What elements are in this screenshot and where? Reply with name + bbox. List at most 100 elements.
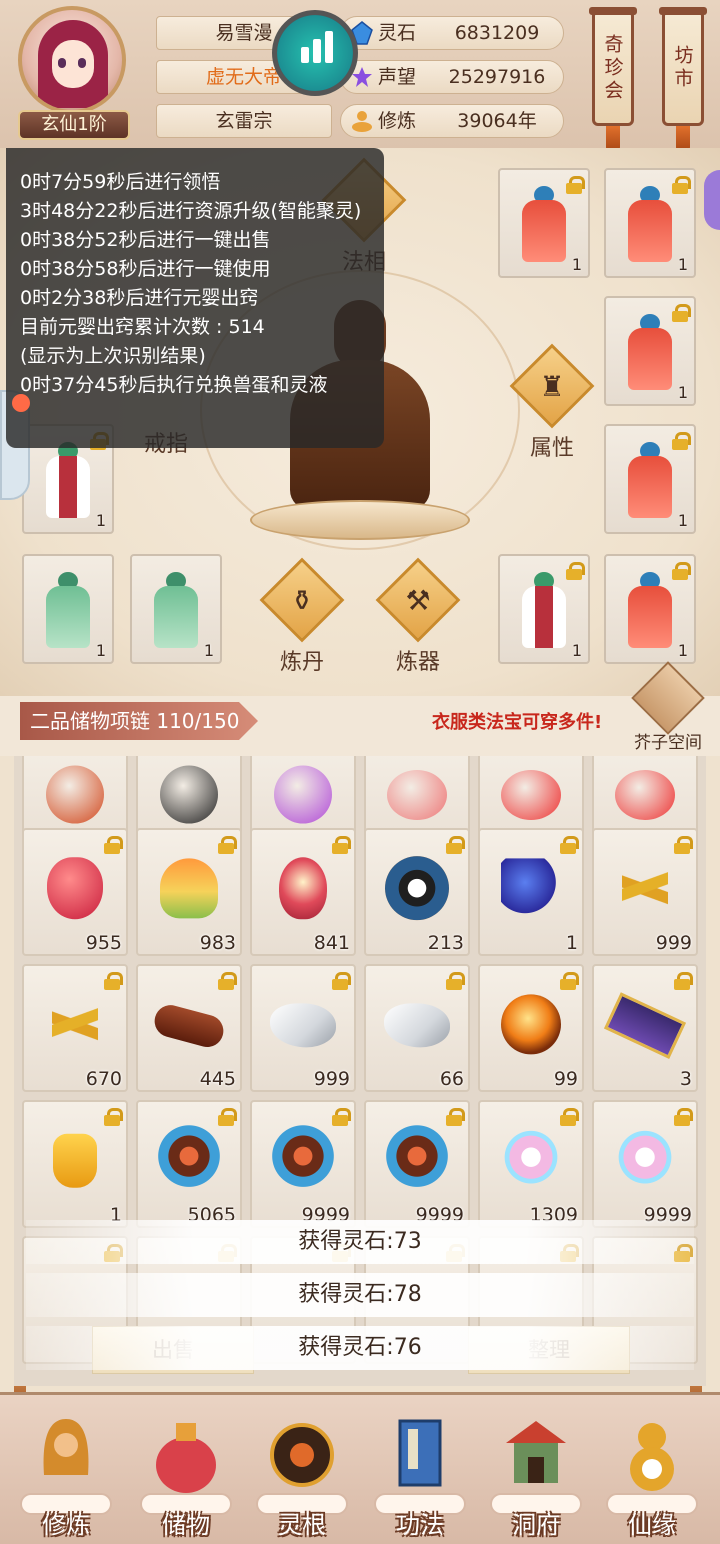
item-count: 841	[313, 932, 350, 954]
forge-button[interactable]: ⚒ 炼器	[375, 557, 461, 675]
item-count: 1	[677, 383, 688, 402]
signal-bar	[301, 47, 309, 63]
nav-fate[interactable]: 仙缘	[600, 1407, 704, 1543]
bag-item-cell[interactable]: 66	[364, 964, 470, 1092]
stat-label: 声望	[378, 66, 417, 88]
equip-slot[interactable]: 1	[498, 554, 590, 664]
bag-item-cell[interactable]: 9999	[250, 1100, 356, 1228]
lotus-item-icon	[160, 858, 218, 919]
reward-toast: 获得灵石:78	[26, 1273, 694, 1317]
bag-item-cell[interactable]: 9999	[592, 1100, 698, 1228]
attribute-button[interactable]: ♜ 属性	[509, 343, 595, 461]
item-count: 445	[199, 1068, 236, 1090]
robe-icon	[40, 572, 96, 652]
crystal-item-icon	[270, 1003, 336, 1048]
wood-item-icon	[151, 1001, 227, 1051]
signal-float-button[interactable]	[272, 10, 358, 96]
nav-spirit-root[interactable]: 灵根	[250, 1407, 354, 1543]
bag-item-cell[interactable]: 99	[478, 964, 584, 1092]
nav-label: 仙缘	[628, 1511, 676, 1539]
triskelion-icon	[270, 1423, 334, 1487]
top-header: 玄仙1阶 易雪漫 虚无大帝 玄雷宗 灵石 6831209 声望 25297916…	[0, 0, 720, 154]
bottom-nav: 修炼 储物 灵根 功法 洞府 仙缘	[0, 1392, 720, 1544]
overlay-drag-dot[interactable]	[12, 394, 30, 412]
bag-item-cell[interactable]: 213	[364, 828, 470, 956]
equip-slot[interactable]: 1	[604, 554, 696, 664]
log-line: 0时38分58秒后进行一键使用	[20, 258, 271, 280]
item-count: 1	[203, 641, 214, 660]
robe-icon	[622, 186, 678, 266]
nav-label: 修炼	[42, 1511, 90, 1539]
lock-icon	[446, 836, 465, 854]
lock-icon	[560, 972, 579, 990]
stat-value: 25297916	[448, 66, 546, 88]
robe-icon	[622, 572, 678, 652]
bag-item-cell[interactable]: 670	[22, 964, 128, 1092]
equip-slot[interactable]: 1	[604, 296, 696, 406]
berry-item-icon	[47, 857, 103, 920]
bud-item-icon	[279, 857, 327, 920]
stat-value: 6831209	[454, 22, 540, 44]
bag-item-cell[interactable]: 955	[22, 828, 128, 956]
reward-toast: 获得灵石:73	[26, 1220, 694, 1264]
bag-item-cell[interactable]: 1309	[478, 1100, 584, 1228]
equip-slot[interactable]: 1	[498, 168, 590, 278]
bag-item-cell[interactable]: 3	[592, 964, 698, 1092]
player-avatar[interactable]	[18, 6, 126, 114]
nav-cultivate[interactable]: 修炼	[14, 1407, 118, 1543]
side-right-tab[interactable]	[704, 170, 720, 230]
bag-item-cell[interactable]: 999	[592, 828, 698, 956]
pouch-item-icon	[53, 1133, 97, 1188]
bag-header: 二品储物项链 110/150 衣服类法宝可穿多件!	[0, 696, 720, 756]
bag-item-cell[interactable]: 445	[136, 964, 242, 1092]
hat-icon: ♜	[539, 370, 565, 403]
robe-icon	[622, 314, 678, 394]
lily-item-icon	[612, 1129, 678, 1192]
forge-label: 炼器	[395, 650, 440, 675]
equip-slot[interactable]: 1	[22, 554, 114, 664]
flower-blue-item-icon	[501, 858, 561, 919]
item-count: 999	[313, 1068, 350, 1090]
crystal-item-icon	[384, 1003, 450, 1048]
bag-item-cell[interactable]: 1	[478, 828, 584, 956]
bag-item-cell[interactable]: 983	[136, 828, 242, 956]
lock-icon	[104, 972, 123, 990]
nav-technique[interactable]: 功法	[368, 1407, 472, 1543]
pavilion-icon	[506, 1421, 566, 1483]
log-line: 0时38分52秒后进行一键出售	[20, 229, 271, 251]
equip-slot[interactable]: 1	[604, 424, 696, 534]
hammer-icon: ⚒	[405, 584, 431, 617]
lock-icon	[332, 836, 351, 854]
alchemy-button[interactable]: ⚱ 炼丹	[259, 557, 345, 675]
lily-item-icon	[498, 1129, 564, 1192]
lock-icon	[332, 972, 351, 990]
equip-slot[interactable]: 1	[130, 554, 222, 664]
bag-capacity: 二品储物项链 110/150	[20, 702, 258, 740]
item-count: 983	[199, 932, 236, 954]
nav-storage[interactable]: 储物	[134, 1407, 238, 1543]
item-count: 99	[553, 1068, 578, 1090]
lock-icon	[218, 1108, 237, 1126]
bag-item-cell[interactable]: 841	[250, 828, 356, 956]
bag-item-cell[interactable]: 1	[22, 1100, 128, 1228]
scroll-item-icon	[603, 992, 687, 1059]
mustard-label: 芥子空间	[634, 733, 702, 753]
monk-icon	[43, 1419, 89, 1475]
attribute-label: 属性	[529, 436, 574, 461]
equip-slot[interactable]: 1	[604, 168, 696, 278]
lock-icon	[560, 1108, 579, 1126]
lantern-treasure-fair[interactable]: 奇珍会	[589, 7, 637, 126]
avatar-eye	[78, 58, 86, 68]
lantern-market[interactable]: 坊市	[659, 7, 707, 126]
nav-cave[interactable]: 洞府	[484, 1407, 588, 1543]
rank-badge: 玄仙1阶	[18, 110, 130, 140]
mustard-space-button[interactable]: 芥子空间	[628, 661, 708, 758]
dragon-item-icon	[271, 1123, 335, 1196]
bag-item-cell[interactable]: 5065	[136, 1100, 242, 1228]
bag-item-cell[interactable]: 999	[250, 964, 356, 1092]
cultivation-icon	[352, 111, 372, 132]
lock-icon	[674, 836, 693, 854]
player-sect: 玄雷宗	[156, 104, 332, 138]
bag-item-cell[interactable]: 9999	[364, 1100, 470, 1228]
script-log-overlay: 0时7分59秒后进行领悟 3时48分22秒后进行资源升级(智能聚灵) 0时38分…	[6, 148, 384, 448]
